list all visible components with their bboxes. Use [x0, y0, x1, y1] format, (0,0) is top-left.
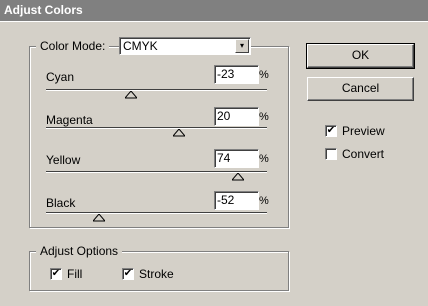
black-label: Black	[46, 196, 76, 210]
cyan-input[interactable]: -23	[214, 65, 259, 84]
magenta-input[interactable]: 20	[214, 107, 259, 126]
stroke-label[interactable]: Stroke	[139, 267, 174, 281]
yellow-slider-thumb[interactable]	[232, 173, 245, 181]
convert-checkbox[interactable]	[325, 148, 337, 160]
title-bar: Adjust Colors	[0, 0, 428, 22]
window-title: Adjust Colors	[4, 3, 83, 17]
adjust-options-legend: Adjust Options	[36, 244, 123, 258]
cyan-slider-thumb[interactable]	[125, 91, 138, 99]
yellow-input[interactable]: 74	[214, 149, 259, 168]
preview-label[interactable]: Preview	[342, 124, 385, 138]
cyan-percent: %	[259, 69, 269, 81]
ok-button[interactable]: OK	[306, 43, 415, 69]
black-slider-thumb[interactable]	[93, 214, 106, 222]
magenta-slider-thumb[interactable]	[172, 129, 185, 137]
cyan-label: Cyan	[46, 70, 75, 84]
color-mode-label: Color Mode:	[40, 39, 106, 53]
yellow-percent: %	[259, 153, 269, 165]
black-input[interactable]: -52	[214, 191, 259, 210]
magenta-label: Magenta	[46, 113, 93, 127]
black-percent: %	[259, 195, 269, 207]
color-mode-value: CMYK	[123, 39, 158, 53]
color-mode-select[interactable]: CMYK ▾	[119, 37, 251, 55]
fill-label[interactable]: Fill	[67, 267, 82, 281]
yellow-label: Yellow	[46, 153, 81, 167]
stroke-checkbox[interactable]: ✔	[122, 268, 134, 280]
black-slider-track[interactable]	[46, 212, 267, 214]
cyan-slider-track[interactable]	[46, 89, 267, 91]
convert-label[interactable]: Convert	[342, 147, 384, 161]
chevron-down-icon[interactable]: ▾	[235, 39, 249, 53]
cancel-button[interactable]: Cancel	[307, 77, 414, 101]
magenta-slider-track[interactable]	[46, 127, 267, 129]
preview-checkbox[interactable]: ✔	[325, 125, 337, 137]
color-mode-legend: Color Mode:	[36, 39, 110, 53]
magenta-percent: %	[259, 111, 269, 123]
fill-checkbox[interactable]: ✔	[50, 268, 62, 280]
